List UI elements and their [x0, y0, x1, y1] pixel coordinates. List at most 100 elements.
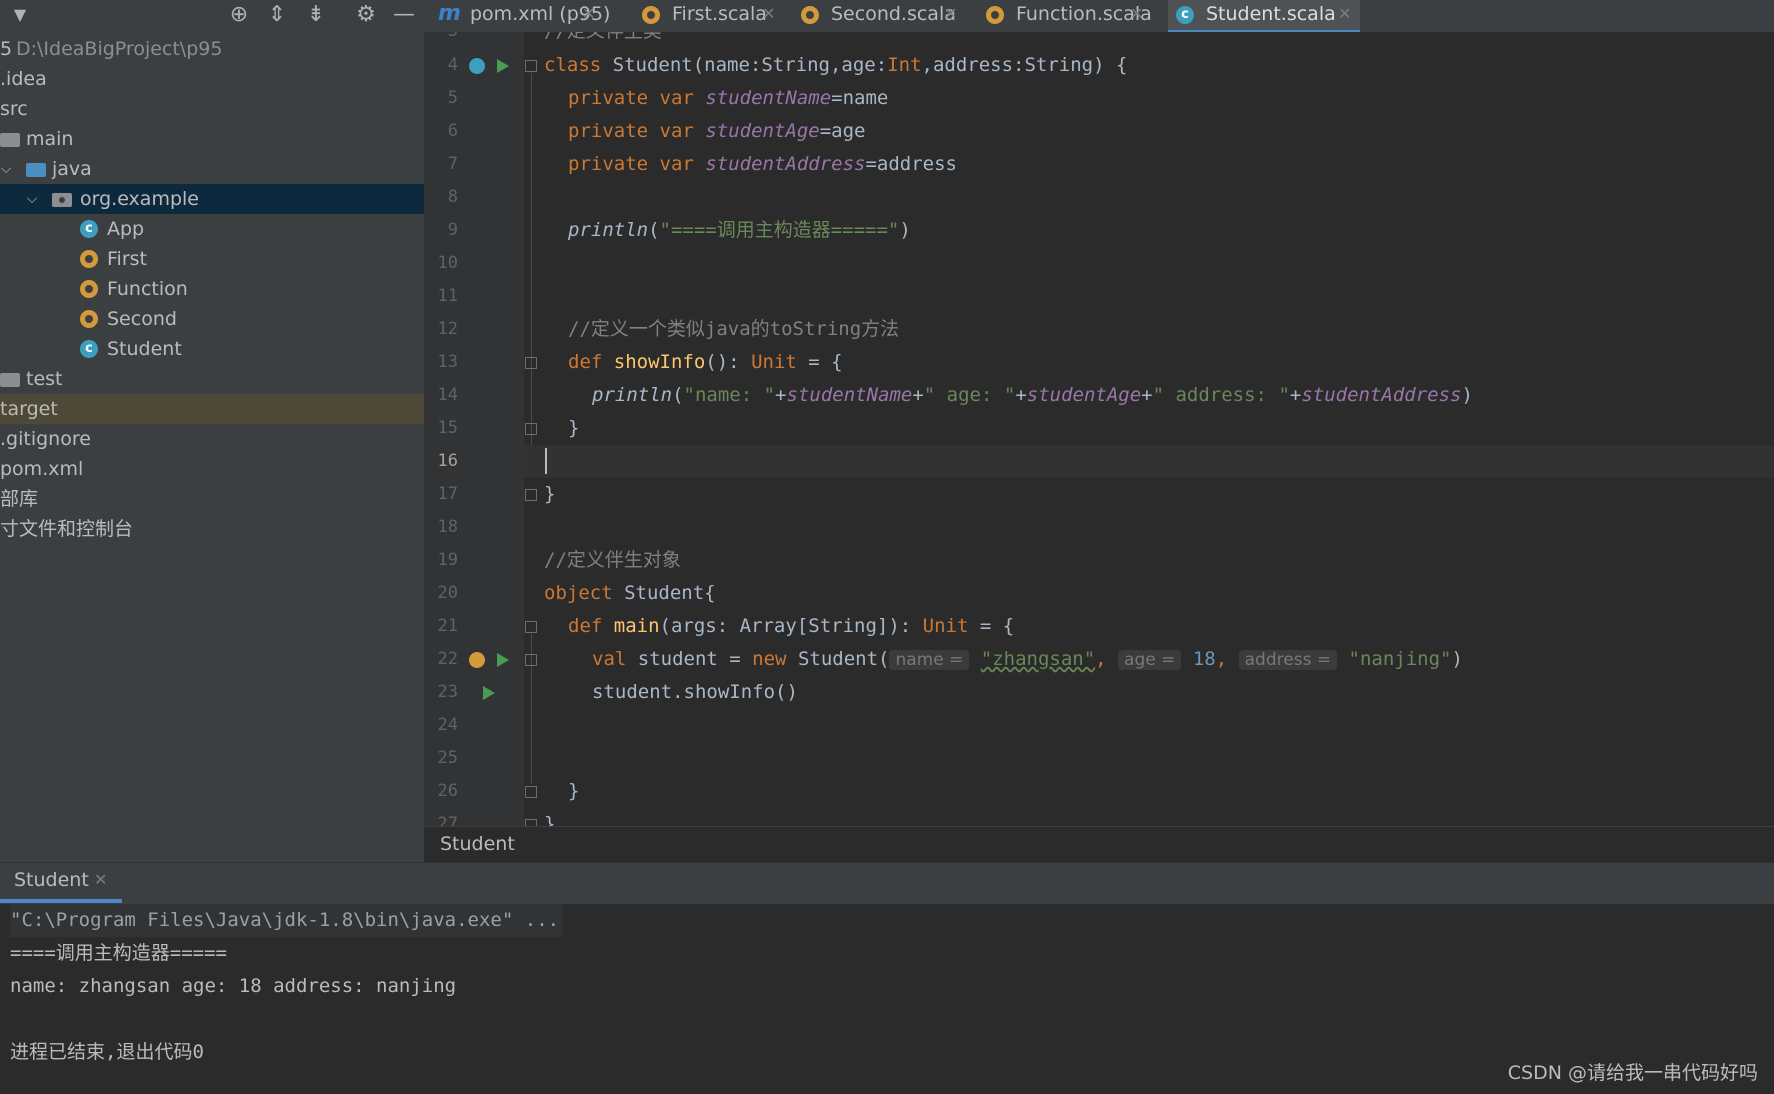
tree-item-external-libraries[interactable]: 部库	[0, 484, 424, 514]
tab-student-scala[interactable]: c Student.scala ✕	[1168, 0, 1360, 34]
dropdown-chevron-icon[interactable]: ▼	[6, 2, 34, 28]
tree-item-src[interactable]: src	[0, 94, 424, 124]
collapse-all-icon[interactable]: ⇟	[302, 2, 330, 28]
close-icon[interactable]: ✕	[944, 0, 957, 28]
fold-icon[interactable]	[525, 423, 537, 435]
tree-item-label: Student	[107, 338, 182, 360]
tree-item-project-root[interactable]: 5 D:\IdeaBigProject\p95	[0, 34, 424, 64]
line-number: 11	[437, 286, 458, 306]
fold-icon[interactable]	[525, 786, 537, 798]
close-icon[interactable]: ✕	[1338, 0, 1351, 28]
line-number: 24	[437, 715, 458, 735]
line-number: 3	[424, 32, 458, 48]
tree-item-label: .gitignore	[0, 428, 91, 450]
tab-function-scala[interactable]: Function.scala ✕	[978, 0, 1158, 32]
line-number: 21	[437, 616, 458, 636]
tree-item-second[interactable]: Second	[0, 304, 424, 334]
code-field: studentName	[786, 384, 913, 406]
scala-object-icon	[80, 310, 98, 328]
chevron-down-icon[interactable]: ⌵	[0, 154, 16, 184]
close-icon[interactable]: ✕	[762, 0, 775, 28]
code-keyword: new	[752, 648, 787, 670]
tree-item-function[interactable]: Function	[0, 274, 424, 304]
fold-icon[interactable]	[525, 489, 537, 501]
code-text: +	[1015, 384, 1027, 406]
tree-item-target[interactable]: target	[0, 394, 424, 424]
code-editor[interactable]: 3 4 5 6 7 8 9 10 11 12 13 14 15 16 17 18…	[424, 32, 1774, 826]
tree-item-gitignore[interactable]: .gitignore	[0, 424, 424, 454]
tree-item-test[interactable]: test	[0, 364, 424, 394]
tree-item-student[interactable]: c Student	[0, 334, 424, 364]
close-icon[interactable]: ✕	[582, 0, 595, 28]
code-text: ,address:String) {	[921, 54, 1128, 76]
tree-item-pom[interactable]: pom.xml	[0, 454, 424, 484]
editor-tabs: m pom.xml (p95) ✕ First.scala ✕ Second.s…	[424, 0, 1774, 34]
tree-item-scratches[interactable]: 寸文件和控制台	[0, 514, 424, 544]
tree-item-label: 寸文件和控制台	[0, 518, 134, 540]
run-tab-student[interactable]: Student ✕	[0, 863, 122, 903]
fold-icon[interactable]	[525, 819, 537, 826]
code-line-4: class Student(name:String,age:Int,addres…	[544, 49, 1127, 82]
fold-icon[interactable]	[525, 654, 537, 666]
fold-icon[interactable]	[525, 357, 537, 369]
line-number: 22	[437, 649, 458, 669]
code-comment: //定义一个类似java的toString方法	[568, 318, 900, 340]
close-icon[interactable]: ✕	[1130, 0, 1143, 28]
implementing-icon[interactable]	[469, 652, 485, 668]
line-number: 16	[437, 451, 458, 471]
line-number: 27	[437, 814, 458, 826]
line-number: 15	[437, 418, 458, 438]
run-tool-window-tabs: Student ✕	[0, 862, 1774, 904]
tab-label: Second.scala	[831, 3, 956, 25]
breadcrumb-bar: Student	[424, 826, 1774, 862]
maven-icon: m	[438, 1, 461, 26]
tree-item-java[interactable]: ⌵ java	[0, 154, 424, 184]
minimize-icon[interactable]: —	[390, 2, 418, 28]
breadcrumb[interactable]: Student	[440, 827, 515, 861]
line-number: 26	[437, 781, 458, 801]
tree-item-label: Function	[107, 278, 188, 300]
code-keyword: def	[568, 351, 603, 373]
code-line-13: def showInfo(): Unit = {	[568, 346, 843, 379]
code-keyword: class	[544, 54, 602, 76]
tree-item-main[interactable]: main	[0, 124, 424, 154]
tree-item-label: .idea	[0, 68, 47, 90]
code-text: =address	[865, 153, 957, 175]
fold-guide	[531, 73, 532, 445]
run-gutter-icon[interactable]	[497, 653, 509, 667]
tree-item-label: App	[107, 218, 145, 240]
fold-icon[interactable]	[525, 60, 537, 72]
project-panel: ▼ ⊕ ⇕ ⇟ ⚙ — 5 D:\IdeaBigProject\p95 .ide…	[0, 0, 424, 862]
implemented-icon[interactable]	[469, 58, 485, 74]
run-gutter-icon[interactable]	[497, 59, 509, 73]
locate-icon[interactable]: ⊕	[225, 2, 253, 28]
tree-item-idea[interactable]: .idea	[0, 64, 424, 94]
code-text: =name	[831, 87, 889, 109]
source-folder-icon	[26, 163, 46, 177]
project-toolbar: ▼ ⊕ ⇕ ⇟ ⚙ —	[0, 0, 424, 32]
tree-item-org-example[interactable]: ⌵ org.example	[0, 184, 424, 214]
code-keyword: private	[568, 153, 649, 175]
project-root-prefix: 5	[0, 38, 13, 60]
scala-class-icon: c	[80, 220, 98, 238]
gear-icon[interactable]: ⚙	[352, 2, 380, 28]
tab-first-scala[interactable]: First.scala ✕	[634, 0, 775, 32]
console-command-line[interactable]: "C:\Program Files\Java\jdk-1.8\bin\java.…	[10, 904, 564, 937]
tree-item-first[interactable]: First	[0, 244, 424, 274]
package-icon	[52, 193, 72, 207]
code-string: "nanjing"	[1348, 648, 1452, 670]
close-icon[interactable]: ✕	[94, 870, 107, 889]
chevron-down-icon[interactable]: ⌵	[22, 184, 42, 214]
code-line-7: private var studentAddress=address	[568, 148, 957, 181]
fold-icon[interactable]	[525, 621, 537, 633]
code-text: student.showInfo()	[592, 681, 798, 703]
code-string: "====调用主构造器====="	[659, 219, 900, 241]
tree-item-app[interactable]: c App	[0, 214, 424, 244]
expand-all-icon[interactable]: ⇕	[263, 2, 291, 28]
code-number: 18	[1192, 648, 1216, 670]
tab-pom-xml[interactable]: m pom.xml (p95) ✕	[432, 0, 610, 32]
current-line-highlight	[524, 445, 1774, 478]
run-gutter-icon[interactable]	[483, 686, 495, 700]
tab-second-scala[interactable]: Second.scala ✕	[793, 0, 957, 32]
code-comment: //定义伴生类	[544, 32, 662, 42]
